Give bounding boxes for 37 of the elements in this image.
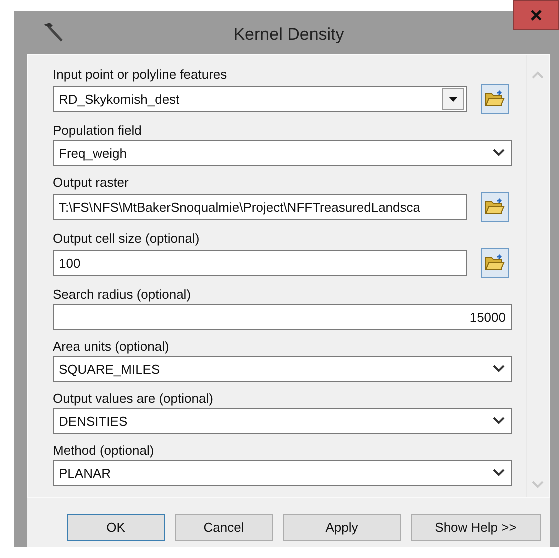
scroll-up-icon [532,71,544,79]
scroll-down-icon [532,481,544,489]
chevron-down-icon [493,417,505,425]
dialog-button[interactable]: Apply [283,514,401,541]
chevron-down-icon [493,469,505,477]
field-label: Method (optional) [53,443,154,458]
close-button[interactable] [513,0,559,30]
field-label: Area units (optional) [53,339,170,354]
field-label: Output cell size (optional) [53,231,200,246]
folder-icon [485,198,505,216]
dropdown-field[interactable]: PLANAR [53,460,512,486]
field-label: Search radius (optional) [53,287,192,302]
dialog-button[interactable]: OK [67,514,165,541]
field-label: Population field [53,123,142,138]
field-label: Output raster [53,175,129,190]
field-label: Input point or polyline features [53,67,228,82]
dialog-button[interactable]: Show Help >> [411,514,541,541]
hammer-icon [42,22,64,44]
dropdown-field[interactable]: SQUARE_MILES [53,356,512,382]
dropdown-field[interactable]: Freq_weigh [53,140,512,166]
close-icon [530,10,542,20]
input-field[interactable]: 100 [53,250,467,276]
folder-icon [485,254,505,272]
dropdown-field[interactable]: RD_Skykomish_dest [53,86,467,112]
folder-icon [485,90,505,108]
chevron-down-icon [493,149,505,157]
input-field[interactable]: T:\FS\NFS\MtBakerSnoqualmie\Project\NFFTreasuredLandsca [53,194,467,220]
dialog-button[interactable]: Cancel [175,514,273,541]
input-field[interactable]: 15000 [53,304,512,330]
browse-button[interactable] [481,84,509,114]
browse-button[interactable] [481,248,509,278]
chevron-down-icon [493,365,505,373]
window-title: Kernel Density [232,24,346,44]
browse-button[interactable] [481,192,509,222]
field-label: Output values are (optional) [53,391,214,406]
dropdown-field[interactable]: DENSITIES [53,408,512,434]
dropdown-arrow-icon [448,96,458,102]
